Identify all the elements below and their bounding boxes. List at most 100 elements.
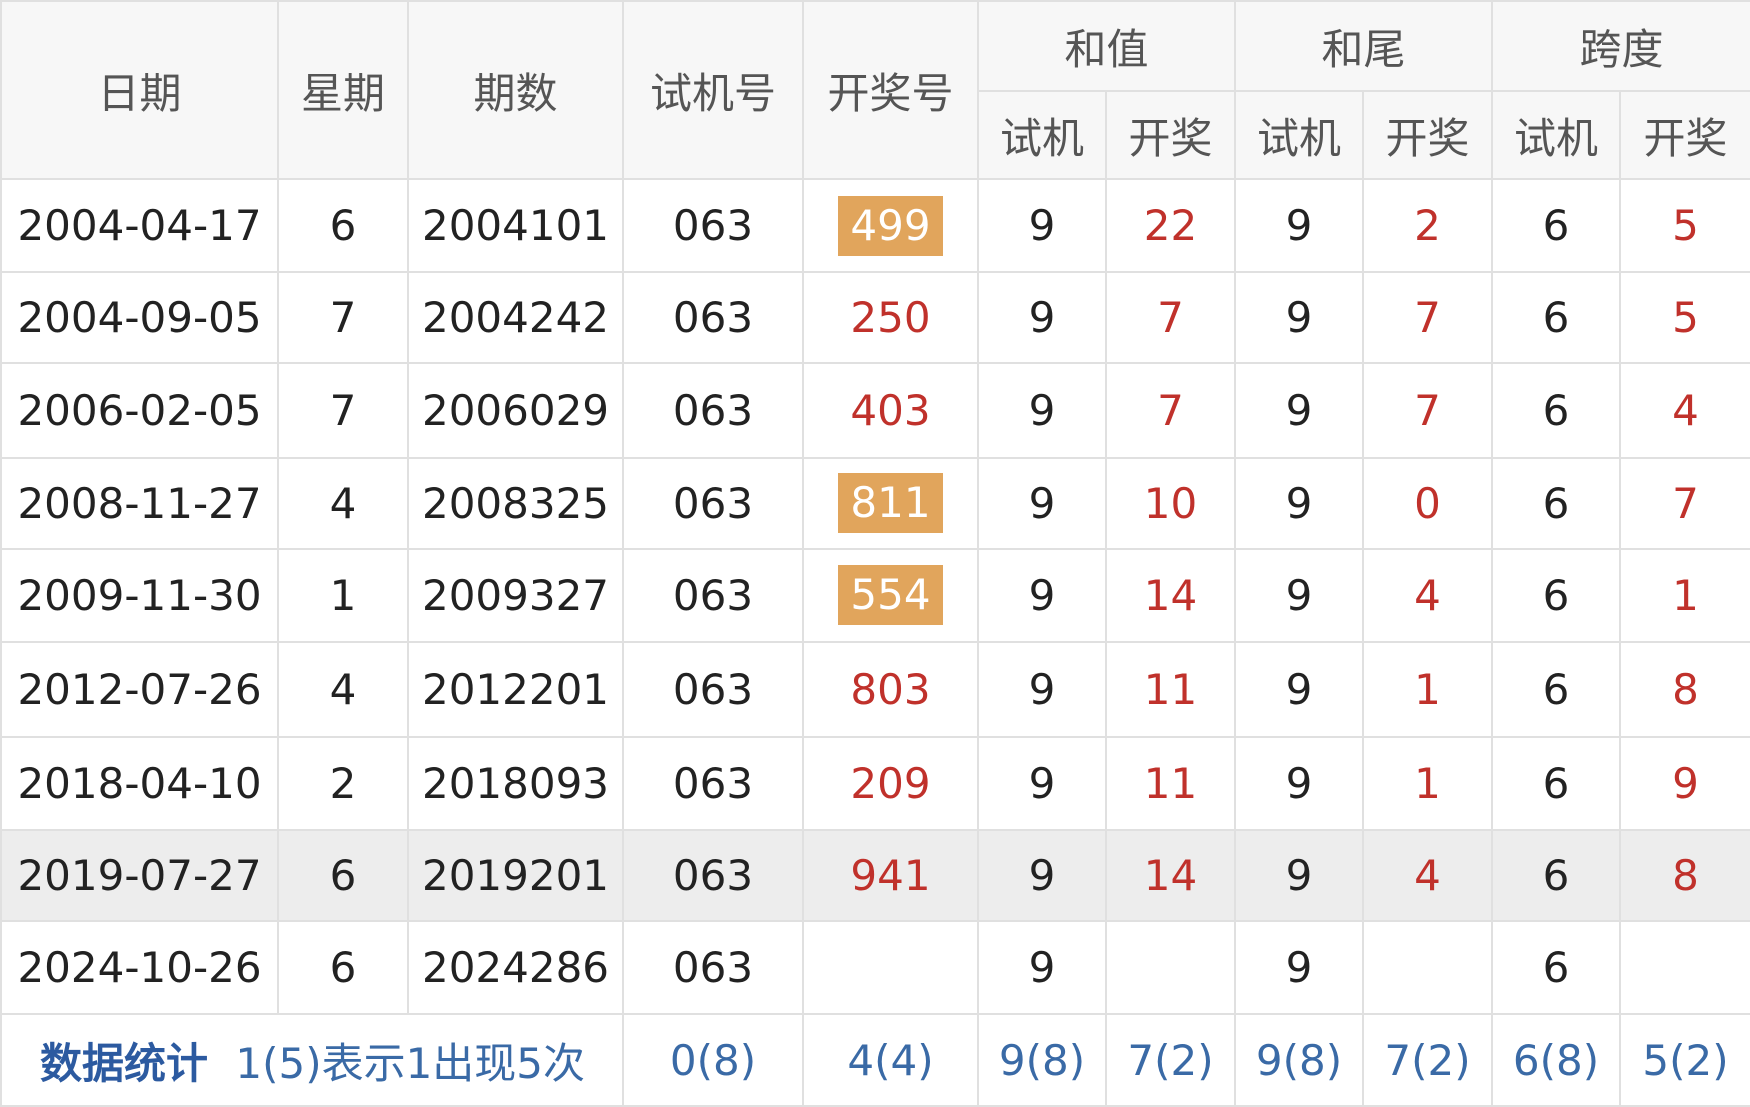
cell-tail-trial: 9 <box>1234 919 1365 1016</box>
stats-footer: 数据统计 1(5)表示1出现5次 0(8) 4(4) 9(8) 7(2) 9(8… <box>0 1013 1750 1107</box>
cell-sum-trial: 9 <box>977 361 1107 460</box>
table-row: 2008-11-27 4 2008325 063 811 9 10 9 0 6 7 <box>0 457 1750 550</box>
header-tail-trial: 试机 <box>1234 90 1365 180</box>
stats-sum-trial: 9(8) <box>977 1013 1107 1107</box>
header-trial-number: 试机号 <box>622 0 804 180</box>
cell-sum-trial: 9 <box>977 829 1107 922</box>
cell-draw-number <box>802 919 979 1016</box>
header-date: 日期 <box>0 0 279 180</box>
cell-trial-number: 063 <box>622 271 804 364</box>
cell-span-trial: 6 <box>1491 547 1622 643</box>
cell-issue: 2004101 <box>407 178 624 273</box>
cell-sum-trial: 9 <box>977 640 1107 739</box>
cell-tail-trial: 9 <box>1234 547 1365 643</box>
cell-draw-number: 403 <box>802 361 979 460</box>
cell-tail-draw: 4 <box>1362 547 1494 643</box>
cell-trial-number: 063 <box>622 361 804 460</box>
draw-number-highlight: 811 <box>838 473 943 534</box>
header-sum: 和值 <box>976 0 1237 92</box>
cell-tail-draw: 1 <box>1362 640 1494 739</box>
cell-date: 2006-02-05 <box>0 361 279 460</box>
cell-span-draw: 7 <box>1619 457 1750 550</box>
table-header: 日期 星期 期数 试机号 开奖号 和值 和尾 跨度 试机 开奖 试机 开奖 试机… <box>0 0 1750 180</box>
cell-tail-trial: 9 <box>1234 457 1365 550</box>
cell-sum-trial: 9 <box>977 547 1107 643</box>
table-row: 2012-07-26 4 2012201 063 803 9 11 9 1 6 8 <box>0 640 1750 739</box>
cell-draw-number: 554 <box>802 547 979 643</box>
cell-draw-number: 811 <box>802 457 979 550</box>
stats-span-trial: 6(8) <box>1491 1013 1622 1107</box>
cell-draw-number: 803 <box>802 640 979 739</box>
stats-sum-draw: 7(2) <box>1104 1013 1237 1107</box>
cell-tail-draw <box>1362 919 1494 1016</box>
table-row: 2019-07-27 6 2019201 063 941 9 14 9 4 6 8 <box>0 829 1750 922</box>
cell-weekday: 6 <box>277 178 409 273</box>
cell-issue: 2008325 <box>407 457 624 550</box>
cell-issue: 2018093 <box>407 736 624 831</box>
header-issue: 期数 <box>407 0 624 180</box>
trial-number-history-table: 日期 星期 期数 试机号 开奖号 和值 和尾 跨度 试机 开奖 试机 开奖 试机… <box>0 0 1750 1107</box>
cell-span-draw: 1 <box>1619 547 1750 643</box>
header-span: 跨度 <box>1491 0 1750 92</box>
cell-draw-number: 941 <box>802 829 979 922</box>
stats-note: 1(5)表示1出现5次 <box>235 1038 586 1088</box>
cell-span-trial: 6 <box>1491 736 1622 831</box>
cell-tail-trial: 9 <box>1234 640 1365 739</box>
header-sum-trial: 试机 <box>977 90 1107 180</box>
cell-issue: 2009327 <box>407 547 624 643</box>
cell-span-trial: 6 <box>1491 457 1622 550</box>
cell-sum-draw: 7 <box>1104 361 1237 460</box>
cell-tail-trial: 9 <box>1234 829 1365 922</box>
cell-date: 2004-09-05 <box>0 271 279 364</box>
cell-weekday: 6 <box>277 829 409 922</box>
cell-span-trial: 6 <box>1491 919 1622 1016</box>
cell-span-trial: 6 <box>1491 361 1622 460</box>
stats-trial: 0(8) <box>622 1013 804 1107</box>
draw-number-highlight: 554 <box>838 565 943 626</box>
cell-tail-draw: 4 <box>1362 829 1494 922</box>
cell-weekday: 4 <box>277 457 409 550</box>
header-span-draw: 开奖 <box>1619 90 1750 180</box>
cell-weekday: 7 <box>277 361 409 460</box>
cell-trial-number: 063 <box>622 919 804 1016</box>
cell-date: 2009-11-30 <box>0 547 279 643</box>
cell-tail-trial: 9 <box>1234 178 1365 273</box>
cell-trial-number: 063 <box>622 736 804 831</box>
cell-span-draw: 5 <box>1619 271 1750 364</box>
cell-issue: 2024286 <box>407 919 624 1016</box>
table-body: 2004-04-17 6 2004101 063 499 9 22 9 2 6 5 2004-09-0… <box>0 178 1750 1016</box>
cell-issue: 2012201 <box>407 640 624 739</box>
cell-sum-draw: 22 <box>1104 178 1237 273</box>
cell-issue: 2019201 <box>407 829 624 922</box>
stats-title: 数据统计 <box>40 1038 209 1088</box>
cell-tail-trial: 9 <box>1234 361 1365 460</box>
cell-trial-number: 063 <box>622 829 804 922</box>
cell-span-draw <box>1619 919 1750 1016</box>
cell-sum-draw: 14 <box>1104 547 1237 643</box>
cell-draw-number: 250 <box>802 271 979 364</box>
table-row: 2006-02-05 7 2006029 063 403 9 7 9 7 6 4 <box>0 361 1750 460</box>
header-weekday: 星期 <box>277 0 409 180</box>
header-sum-tail: 和尾 <box>1234 0 1494 92</box>
cell-weekday: 7 <box>277 271 409 364</box>
stats-row: 数据统计 1(5)表示1出现5次 0(8) 4(4) 9(8) 7(2) 9(8… <box>0 1013 1750 1107</box>
cell-sum-draw: 10 <box>1104 457 1237 550</box>
cell-sum-trial: 9 <box>977 178 1107 273</box>
table-row: 2009-11-30 1 2009327 063 554 9 14 9 4 6 1 <box>0 547 1750 643</box>
cell-issue: 2004242 <box>407 271 624 364</box>
cell-sum-trial: 9 <box>977 919 1107 1016</box>
cell-tail-trial: 9 <box>1234 736 1365 831</box>
cell-span-draw: 9 <box>1619 736 1750 831</box>
cell-span-trial: 6 <box>1491 271 1622 364</box>
cell-weekday: 6 <box>277 919 409 1016</box>
cell-weekday: 4 <box>277 640 409 739</box>
table-row: 2024-10-26 6 2024286 063 9 9 6 <box>0 919 1750 1016</box>
cell-tail-draw: 0 <box>1362 457 1494 550</box>
cell-weekday: 2 <box>277 736 409 831</box>
table-row: 2018-04-10 2 2018093 063 209 9 11 9 1 6 9 <box>0 736 1750 831</box>
draw-number-highlight: 499 <box>838 195 943 256</box>
stats-label-cell: 数据统计 1(5)表示1出现5次 <box>0 1013 624 1107</box>
cell-trial-number: 063 <box>622 457 804 550</box>
stats-draw: 4(4) <box>802 1013 979 1107</box>
cell-sum-trial: 9 <box>977 736 1107 831</box>
